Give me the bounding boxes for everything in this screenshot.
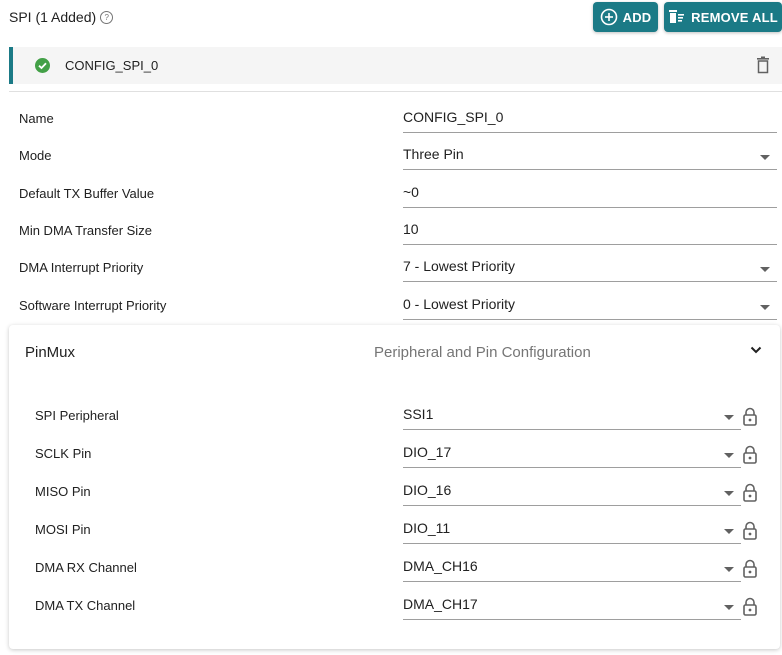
miso-pin-label: MISO Pin	[35, 484, 91, 499]
chevron-down-icon	[760, 305, 770, 310]
dma-interrupt-priority-value: 7 - Lowest Priority	[403, 258, 516, 274]
miso-pin-select[interactable]: DIO_16	[403, 481, 741, 506]
software-interrupt-priority-select[interactable]: 0 - Lowest Priority	[403, 295, 777, 320]
remove-all-button[interactable]: REMOVE ALL	[664, 2, 782, 32]
check-circle-icon	[35, 58, 50, 73]
min-dma-transfer-label: Min DMA Transfer Size	[19, 223, 152, 238]
add-circle-icon	[600, 8, 617, 26]
chevron-down-icon	[760, 267, 770, 272]
chevron-down-icon	[724, 567, 734, 572]
sclk-pin-value: DIO_17	[403, 444, 452, 460]
spi-peripheral-value: SSI1	[403, 406, 434, 422]
chevron-down-icon[interactable]	[750, 345, 762, 355]
help-icon[interactable]: ?	[100, 10, 114, 24]
mosi-pin-label: MOSI Pin	[35, 522, 91, 537]
dma-rx-channel-select[interactable]: DMA_CH16	[403, 557, 741, 582]
software-interrupt-priority-value: 0 - Lowest Priority	[403, 296, 516, 312]
chevron-down-icon	[724, 605, 734, 610]
config-instance-item[interactable]: CONFIG_SPI_0	[9, 47, 782, 84]
dma-tx-channel-value: DMA_CH17	[403, 596, 478, 612]
add-button[interactable]: ADD	[593, 2, 658, 32]
min-dma-transfer-value: 10	[403, 221, 419, 237]
default-tx-buffer-value: ~0	[403, 184, 419, 200]
pinmux-card: PinMux Peripheral and Pin Configuration …	[9, 325, 780, 649]
divider	[9, 91, 782, 92]
dma-tx-channel-label: DMA TX Channel	[35, 598, 136, 613]
remove-all-button-label: REMOVE ALL	[691, 9, 778, 25]
trash-icon[interactable]	[756, 56, 770, 74]
config-instance-name: CONFIG_SPI_0	[65, 58, 159, 73]
chevron-down-icon	[724, 529, 734, 534]
dma-rx-channel-label: DMA RX Channel	[35, 560, 137, 575]
spi-peripheral-select[interactable]: SSI1	[403, 405, 741, 430]
dma-interrupt-priority-label: DMA Interrupt Priority	[19, 260, 144, 275]
default-tx-buffer-label: Default TX Buffer Value	[19, 186, 155, 201]
dma-interrupt-priority-select[interactable]: 7 - Lowest Priority	[403, 257, 777, 282]
lock-icon[interactable]	[742, 521, 758, 541]
chevron-down-icon	[760, 155, 770, 160]
page-title-text: SPI (1 Added)	[9, 9, 97, 25]
mode-value: Three Pin	[403, 146, 464, 162]
min-dma-transfer-field[interactable]: 10	[403, 220, 777, 245]
add-button-label: ADD	[622, 9, 652, 25]
lock-icon[interactable]	[742, 445, 758, 465]
software-interrupt-priority-label: Software Interrupt Priority	[19, 298, 167, 313]
chevron-down-icon	[724, 491, 734, 496]
page-title: SPI (1 Added) ?	[9, 9, 114, 25]
name-value: CONFIG_SPI_0	[403, 109, 504, 125]
sclk-pin-select[interactable]: DIO_17	[403, 443, 741, 468]
spi-peripheral-label: SPI Peripheral	[35, 408, 119, 423]
mosi-pin-select[interactable]: DIO_11	[403, 519, 741, 544]
mode-select[interactable]: Three Pin	[403, 145, 777, 170]
name-field[interactable]: CONFIG_SPI_0	[403, 108, 777, 133]
chevron-down-icon	[724, 415, 734, 420]
miso-pin-value: DIO_16	[403, 482, 452, 498]
default-tx-buffer-field[interactable]: ~0	[403, 183, 777, 208]
lock-icon[interactable]	[742, 559, 758, 579]
delete-sweep-icon	[669, 10, 685, 23]
dma-tx-channel-select[interactable]: DMA_CH17	[403, 595, 741, 620]
sclk-pin-label: SCLK Pin	[35, 446, 92, 461]
pinmux-subtitle: Peripheral and Pin Configuration	[374, 344, 591, 361]
lock-icon[interactable]	[742, 483, 758, 503]
pinmux-title: PinMux	[25, 344, 76, 361]
dma-rx-channel-value: DMA_CH16	[403, 558, 478, 574]
mode-label: Mode	[19, 148, 52, 163]
mosi-pin-value: DIO_11	[403, 520, 451, 536]
chevron-down-icon	[724, 453, 734, 458]
name-label: Name	[19, 111, 54, 126]
lock-icon[interactable]	[742, 407, 758, 427]
lock-icon[interactable]	[742, 597, 758, 617]
